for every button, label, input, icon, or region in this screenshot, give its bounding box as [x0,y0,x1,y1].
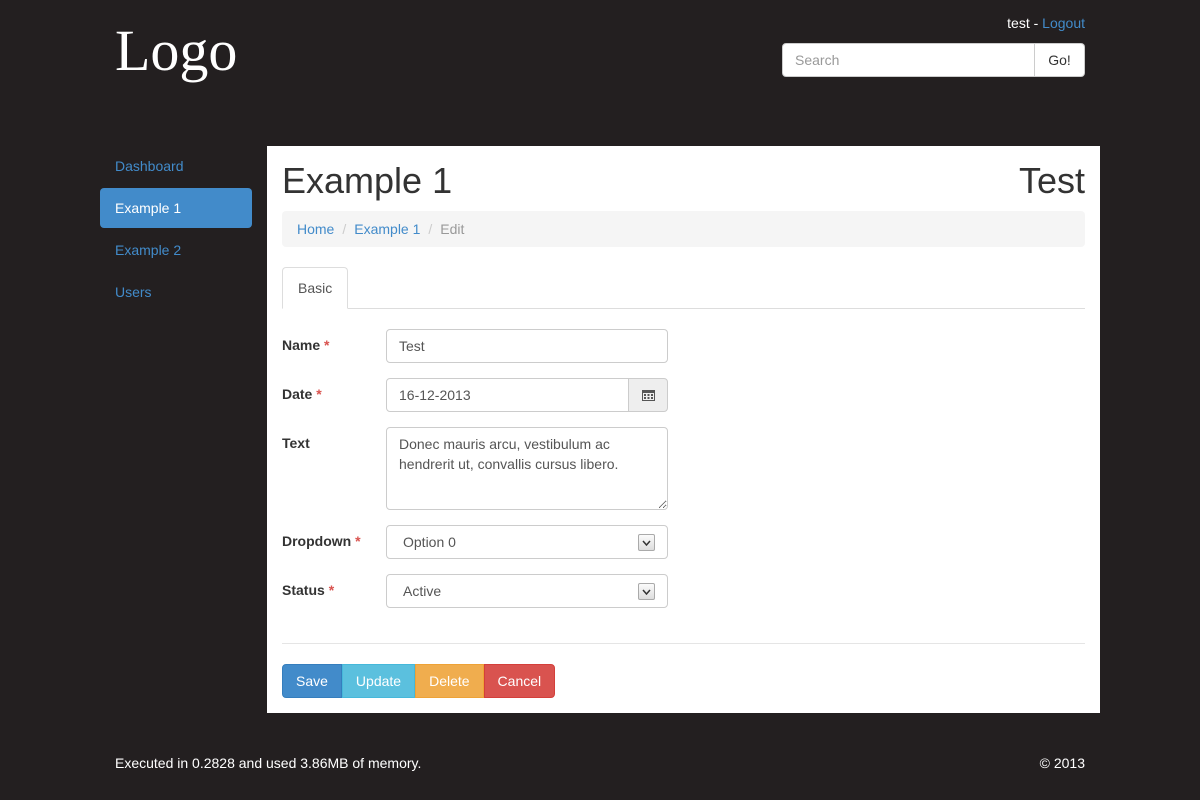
cancel-button[interactable]: Cancel [483,664,556,698]
tab-bar: Basic [282,267,1085,309]
page-title-right: Test [1018,160,1085,201]
required-mark: * [355,533,361,549]
date-input[interactable] [386,378,629,412]
user-separator: - [1029,15,1043,31]
name-input[interactable] [386,329,668,363]
logout-link[interactable]: Logout [1042,15,1085,31]
dropdown-select[interactable]: Option 0 [386,525,668,559]
footer-copyright: © 2013 [1039,755,1085,771]
required-mark: * [316,386,322,402]
page-title: Example 1 [282,160,453,201]
breadcrumb-example-1[interactable]: Example 1 [354,221,420,237]
breadcrumb-home[interactable]: Home [297,221,334,237]
name-label: Name * [282,337,330,353]
breadcrumb-current: Edit [440,221,465,237]
main-panel: Example 1 Test Home / Example 1 / Edit B… [267,146,1100,713]
status-value: Active [403,583,442,599]
sidebar-item-example-1[interactable]: Example 1 [100,188,252,228]
breadcrumb-separator: / [342,221,347,237]
tab-basic[interactable]: Basic [282,267,349,309]
update-button[interactable]: Update [341,664,416,698]
logo[interactable]: Logo [115,18,237,84]
calendar-icon [641,390,655,401]
save-button[interactable]: Save [282,664,342,698]
dropdown-value: Option 0 [403,534,456,550]
sidebar-nav: Dashboard Example 1 Example 2 Users [100,146,252,314]
breadcrumb-separator: / [428,221,433,237]
chevron-down-icon [638,583,655,600]
status-select[interactable]: Active [386,574,668,608]
date-picker-button[interactable] [628,378,668,412]
chevron-down-icon [638,534,655,551]
required-mark: * [324,337,330,353]
sidebar-item-example-2[interactable]: Example 2 [100,230,252,270]
search-button[interactable]: Go! [1035,43,1085,77]
footer-stats: Executed in 0.2828 and used 3.86MB of me… [115,755,422,771]
date-label: Date * [282,386,322,402]
sidebar-item-users[interactable]: Users [100,272,252,312]
sidebar-item-dashboard[interactable]: Dashboard [100,146,252,186]
username: test [1007,15,1030,31]
text-textarea[interactable]: Donec mauris arcu, vestibulum ac hendrer… [386,427,668,510]
dropdown-label: Dropdown * [282,533,361,549]
action-buttons: Save Update Delete Cancel [282,664,556,698]
required-mark: * [328,582,335,598]
form-divider [282,643,1085,644]
delete-button[interactable]: Delete [415,664,484,698]
status-label: Status * [282,582,335,598]
breadcrumb: Home / Example 1 / Edit [282,211,1085,247]
search-input[interactable] [782,43,1035,77]
user-links: test - Logout [1007,15,1085,31]
search-group: Go! [782,43,1085,77]
text-label: Text [282,435,310,451]
